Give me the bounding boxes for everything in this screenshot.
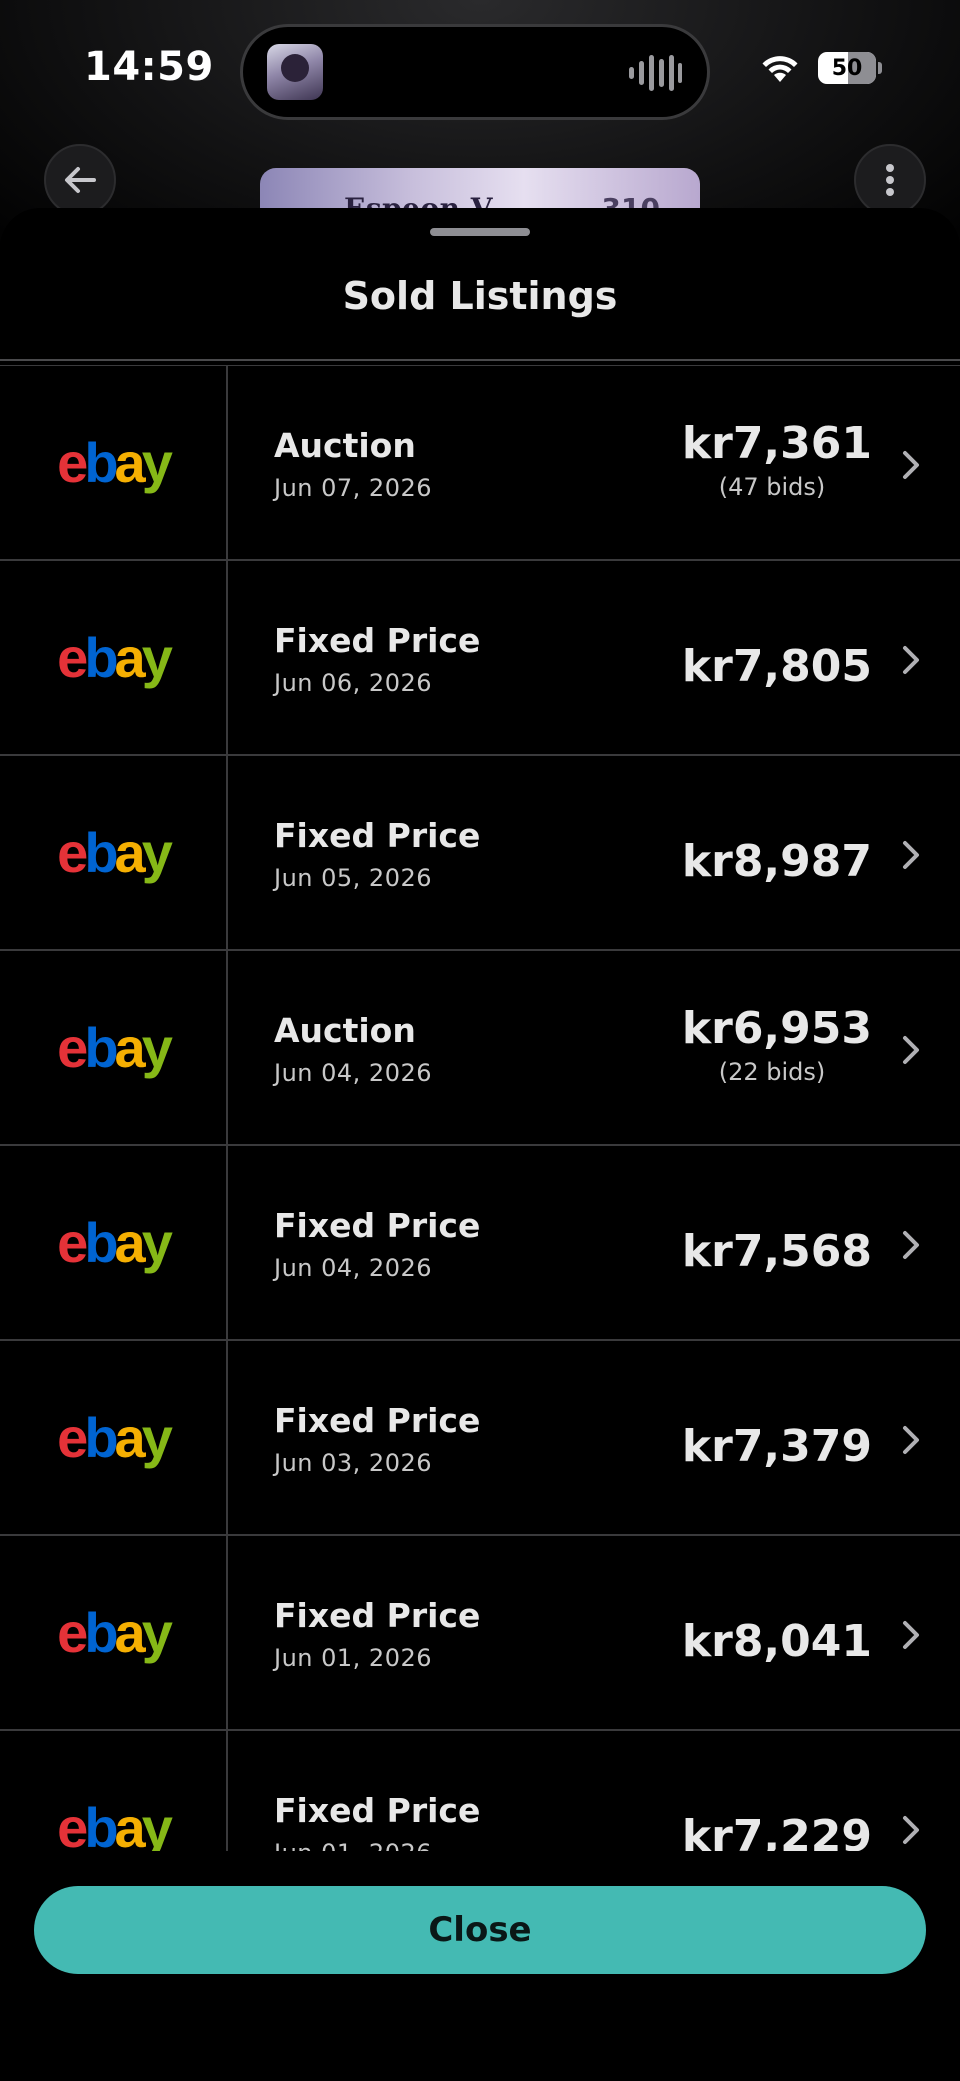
price-box: kr6,953 (22 bids) — [612, 1003, 872, 1086]
source-cell: ebay — [0, 1341, 228, 1534]
listing-date: Jun 03, 2026 — [274, 1449, 433, 1477]
divider — [0, 359, 960, 361]
more-vertical-icon — [886, 164, 894, 196]
listings-list[interactable]: ebay Auction Jun 07, 2026 kr7,361 (47 bi… — [0, 366, 960, 1851]
listing-date: Jun 04, 2026 — [274, 1254, 433, 1282]
ebay-logo: ebay — [57, 1795, 173, 1851]
listing-row[interactable]: ebay Fixed Price Jun 01, 2026 kr7,229 — [0, 1731, 960, 1851]
bid-count: (47 bids) — [718, 473, 826, 501]
source-cell: ebay — [0, 1146, 228, 1339]
listing-type: Auction — [274, 1011, 416, 1050]
listing-price: kr7,805 — [681, 641, 872, 692]
status-indicators: 50 — [760, 50, 882, 86]
listing-price: kr7,361 — [681, 418, 872, 469]
listing-price: kr8,987 — [681, 836, 872, 887]
bid-count: (22 bids) — [718, 1058, 826, 1086]
listing-price: kr7,229 — [681, 1811, 872, 1851]
sheet-grabber[interactable] — [430, 228, 530, 236]
source-cell: ebay — [0, 561, 228, 754]
source-cell: ebay — [0, 1731, 228, 1851]
source-cell: ebay — [0, 1536, 228, 1729]
listing-price: kr7,379 — [681, 1421, 872, 1472]
close-button[interactable]: Close — [34, 1886, 926, 1974]
screen: 14:59 50 Sold Listings ebay Auction Jun … — [0, 0, 960, 2081]
listing-date: Jun 07, 2026 — [274, 474, 433, 502]
status-bar: 14:59 50 — [0, 0, 960, 140]
source-cell: ebay — [0, 951, 228, 1144]
listing-type: Fixed Price — [274, 1206, 481, 1245]
chevron-right-icon — [903, 646, 919, 674]
chevron-right-icon — [903, 1621, 919, 1649]
dynamic-island[interactable] — [240, 24, 710, 120]
price-box: kr7,805 — [612, 641, 872, 692]
listing-row[interactable]: ebay Fixed Price Jun 06, 2026 kr7,805 — [0, 561, 960, 756]
wifi-icon — [762, 56, 798, 82]
listing-type: Fixed Price — [274, 621, 481, 660]
listing-type: Fixed Price — [274, 1401, 481, 1440]
ebay-logo: ebay — [57, 1600, 173, 1664]
ebay-logo: ebay — [57, 1210, 173, 1274]
listing-row[interactable]: ebay Fixed Price Jun 03, 2026 kr7,379 — [0, 1341, 960, 1536]
audio-wave-icon — [629, 55, 682, 91]
sheet-title: Sold Listings — [342, 274, 618, 318]
listing-type: Auction — [274, 426, 416, 465]
ebay-logo: ebay — [57, 1405, 173, 1469]
listing-price: kr7,568 — [681, 1226, 872, 1277]
status-time: 14:59 — [84, 44, 214, 90]
back-button[interactable] — [44, 144, 116, 216]
listing-price: kr6,953 — [681, 1003, 872, 1054]
chevron-right-icon — [903, 1426, 919, 1454]
chevron-right-icon — [903, 1816, 919, 1844]
ebay-logo: ebay — [57, 625, 173, 689]
listing-type: Fixed Price — [274, 1596, 481, 1635]
chevron-right-icon — [903, 841, 919, 869]
listing-row[interactable]: ebay Fixed Price Jun 05, 2026 kr8,987 — [0, 756, 960, 951]
listing-date: Jun 01, 2026 — [274, 1644, 433, 1672]
source-cell: ebay — [0, 756, 228, 949]
price-box: kr7,361 (47 bids) — [612, 418, 872, 501]
listing-date: Jun 06, 2026 — [274, 669, 433, 697]
source-cell: ebay — [0, 366, 228, 559]
chevron-right-icon — [903, 1231, 919, 1259]
chevron-right-icon — [903, 1036, 919, 1064]
listing-row[interactable]: ebay Auction Jun 04, 2026 kr6,953 (22 bi… — [0, 951, 960, 1146]
price-box: kr7,568 — [612, 1226, 872, 1277]
price-box: kr7,379 — [612, 1421, 872, 1472]
listing-date: Jun 04, 2026 — [274, 1059, 433, 1087]
price-box: kr7,229 — [612, 1811, 872, 1851]
more-button[interactable] — [854, 144, 926, 216]
listing-price: kr8,041 — [681, 1616, 872, 1667]
arrow-left-icon — [65, 167, 96, 193]
chevron-right-icon — [903, 451, 919, 479]
listing-date: Jun 01, 2026 — [274, 1839, 432, 1851]
listing-type: Fixed Price — [274, 816, 481, 855]
listing-date: Jun 05, 2026 — [274, 864, 433, 892]
listing-type: Fixed Price — [274, 1791, 481, 1830]
ebay-logo: ebay — [57, 430, 173, 494]
now-playing-artwork — [267, 44, 323, 100]
ebay-logo: ebay — [57, 820, 173, 884]
battery-level: 50 — [831, 55, 863, 81]
listing-row[interactable]: ebay Auction Jun 07, 2026 kr7,361 (47 bi… — [0, 366, 960, 561]
ebay-logo: ebay — [57, 1015, 173, 1079]
sold-listings-sheet: Sold Listings ebay Auction Jun 07, 2026 … — [0, 208, 960, 2081]
battery-icon: 50 — [818, 52, 882, 84]
listing-row[interactable]: ebay Fixed Price Jun 04, 2026 kr7,568 — [0, 1146, 960, 1341]
listing-row[interactable]: ebay Fixed Price Jun 01, 2026 kr8,041 — [0, 1536, 960, 1731]
price-box: kr8,041 — [612, 1616, 872, 1667]
price-box: kr8,987 — [612, 836, 872, 887]
